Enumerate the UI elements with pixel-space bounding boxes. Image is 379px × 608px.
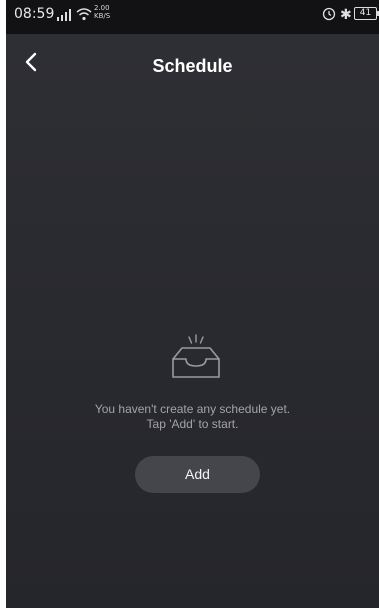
status-time: 08:59 [14,6,55,22]
empty-state-line-2: Tap 'Add' to start. [146,417,239,431]
add-button[interactable]: Add [135,456,260,493]
status-bar: 08:59 2.00 KB/S ✱ 41 [6,0,379,34]
network-speed-unit: KB/S [94,12,111,20]
page-title: Schedule [152,56,233,76]
empty-tray-icon [172,334,220,378]
network-speed-value: 2.00 [94,4,110,12]
alarm-icon [322,7,336,21]
empty-state-line-1: You haven't create any schedule yet. [94,402,291,416]
header: Schedule [6,34,379,94]
empty-state-message: You haven't create any schedule yet. Tap… [6,402,379,432]
network-speed: 2.00 KB/S [94,4,110,20]
signal-icon [57,9,71,21]
battery-icon: 41 [354,7,379,20]
schedule-screen: 08:59 2.00 KB/S ✱ 41 Schedule You haven'… [0,0,379,608]
bluetooth-icon: ✱ [340,6,352,22]
wifi-icon [76,8,92,21]
